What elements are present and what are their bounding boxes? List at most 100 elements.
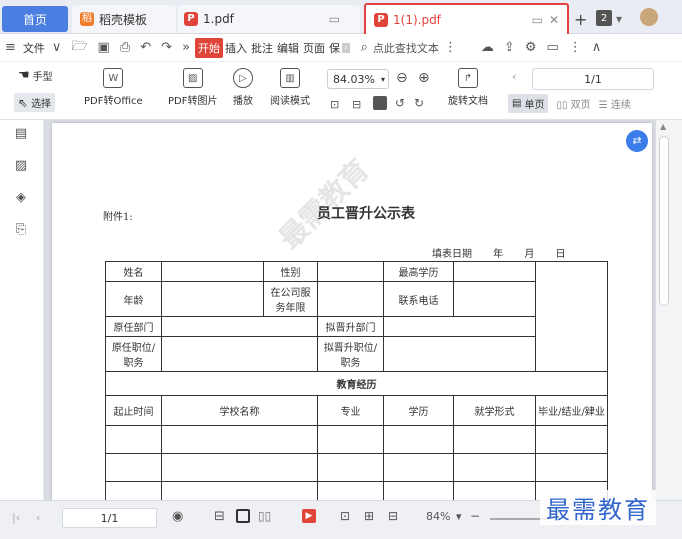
read-mode-button[interactable]: ▥ 阅读模式 [270,68,310,107]
thumbnail-icon[interactable]: ▨ [12,158,30,176]
tab-home[interactable]: 首页 [2,6,68,32]
more-icon[interactable]: » [177,40,195,55]
single-view-icon[interactable] [236,509,250,523]
menu-annotate[interactable]: 批注 [249,40,275,56]
zoom-out-icon[interactable]: ⊖ [396,70,408,86]
first-page-icon[interactable]: |‹ [12,511,20,524]
prev-page-icon[interactable]: ‹ [512,70,516,83]
pdf-icon: P [184,12,198,26]
menu-icon[interactable]: ≡ [0,40,21,55]
redo-icon[interactable]: ↷ [156,40,177,55]
avatar[interactable] [640,8,658,26]
rotate-right-icon[interactable]: ↻ [414,96,424,110]
play-button[interactable]: ▷ 播放 [233,68,253,107]
menu-protect[interactable]: 保 [327,40,342,56]
cell-orig-pos-value [161,336,318,372]
comment-icon[interactable]: ▭ [541,40,563,55]
close-icon[interactable]: ✕ [549,13,559,27]
pdf-to-office-icon: W [103,68,124,88]
zoom-in-icon[interactable]: ⊕ [418,70,430,86]
double-view-icon[interactable]: ▯▯ [258,509,271,523]
tab-count-badge[interactable]: 2 [596,10,612,26]
scroll-up-icon[interactable]: ▲ [660,122,666,131]
cell-phone-label: 联系电话 [383,281,454,317]
pdf-to-image-button[interactable]: ▨ PDF转图片 [168,68,217,107]
layout-icon[interactable]: ⊟ [214,509,225,524]
search-box[interactable]: ⌕ 点此查找文本 ⋮ [356,40,462,56]
cell-name-value [161,261,264,282]
tab-count-label: 2 [600,12,608,24]
play-icon[interactable]: ▶ [302,509,316,523]
pin-icon[interactable]: ▭ [532,13,543,27]
vertical-scrollbar[interactable]: ▲ [656,120,682,500]
open-icon[interactable]: 🗁 [66,37,92,59]
cloud-icon[interactable]: ☁ [476,40,499,55]
undo-icon[interactable]: ↶ [135,40,156,55]
cell-photo [535,261,608,372]
collapse-icon[interactable]: ∧ [587,40,607,55]
fit-width-icon[interactable] [373,96,387,110]
fit-page-icon[interactable]: ⊞ [364,509,374,523]
hand-tool[interactable]: ☚ 手型 [18,68,53,83]
cell-age-value [161,281,264,317]
page-input[interactable]: 1/1 [532,68,654,90]
cell-tenure-value [317,281,384,317]
menu-edit[interactable]: 编辑 [275,40,301,56]
cell-new-dept-label: 拟晋升部门 [317,316,384,337]
double-page-icon: ▯▯ [556,100,568,111]
chevron-down-icon[interactable]: ∨ [47,40,67,55]
tab-template[interactable]: 稻稻壳模板 [72,5,176,33]
page-value: 1/1 [584,72,602,86]
scroll-right-icon[interactable]: › [342,42,350,53]
scroll-thumb[interactable] [659,136,669,306]
cell-empty [317,453,384,482]
prev-page-icon[interactable]: ‹ [36,511,40,524]
select-label: 选择 [31,99,52,110]
double-page-button[interactable]: ▯▯ 双页 [556,96,590,111]
fit-page-icon[interactable]: ⊟ [352,98,361,111]
attachment-icon[interactable]: ⎘ [12,222,30,240]
pdf-icon: P [374,12,388,27]
menu-start[interactable]: 开始 [195,37,224,58]
chevron-down-icon[interactable]: ▾ [616,5,622,33]
pdf-to-office-button[interactable]: W PDF转Office [84,68,143,107]
tab-pdf2[interactable]: P 1(1).pdf ▭ ✕ [364,3,569,34]
actual-size-icon[interactable]: ⊡ [340,509,350,523]
save-icon[interactable]: ▣ [93,40,115,55]
search-icon: ⌕ [360,40,368,55]
menu-insert[interactable]: 插入 [223,40,249,56]
more-dots-icon[interactable]: ⋮ [439,40,462,55]
document-canvas[interactable]: 最需教育 附件1: 员工晋升公示表 填表日期 年 月 日 姓名 性别 最高学历 … [44,120,656,500]
fit-width-icon[interactable]: ⊟ [388,509,398,523]
annotation-icon[interactable]: ◈ [12,190,30,208]
cell-major-header: 专业 [317,395,384,426]
book-icon: ▥ [280,68,300,88]
bookmark-icon[interactable]: ▤ [12,126,30,144]
select-tool[interactable]: ⇖ 选择 [14,93,56,112]
cell-empty [535,453,608,482]
rotate-left-icon[interactable]: ↺ [395,96,405,110]
cell-empty [105,425,162,454]
zoom-select[interactable]: 84.03% ▾ [327,69,389,89]
actual-size-icon[interactable]: ⊡ [330,98,339,111]
continuous-label: 连续 [610,100,631,111]
chevron-down-icon[interactable]: ▾ [456,510,462,523]
status-page-input[interactable]: 1/1 [62,508,157,528]
pin-icon[interactable]: ▭ [329,12,340,26]
tab-pdf1[interactable]: P 1.pdf ▭ [178,5,360,33]
single-page-label: 单页 [524,100,545,111]
menu-file[interactable]: 文件 [21,40,47,56]
new-tab-button[interactable]: + [574,5,587,33]
status-zoom[interactable]: 84% [426,510,450,523]
share-icon[interactable]: ⇪ [499,40,520,55]
single-page-button[interactable]: ▤ 单页 [508,94,549,113]
rotate-doc-button[interactable]: ↱ 旋转文档 [448,68,488,107]
eye-icon[interactable]: ◉ [172,509,183,524]
zoom-out-icon[interactable]: − [470,509,480,523]
kebab-icon[interactable]: ⋮ [564,40,587,55]
settings-icon[interactable]: ⚙ [520,40,542,55]
continuous-button[interactable]: ☰ 连续 [599,96,631,111]
print-icon[interactable]: ⎙ [115,40,135,55]
float-tool-icon[interactable]: ⇄ [626,130,648,152]
menu-page[interactable]: 页面 [301,40,327,56]
